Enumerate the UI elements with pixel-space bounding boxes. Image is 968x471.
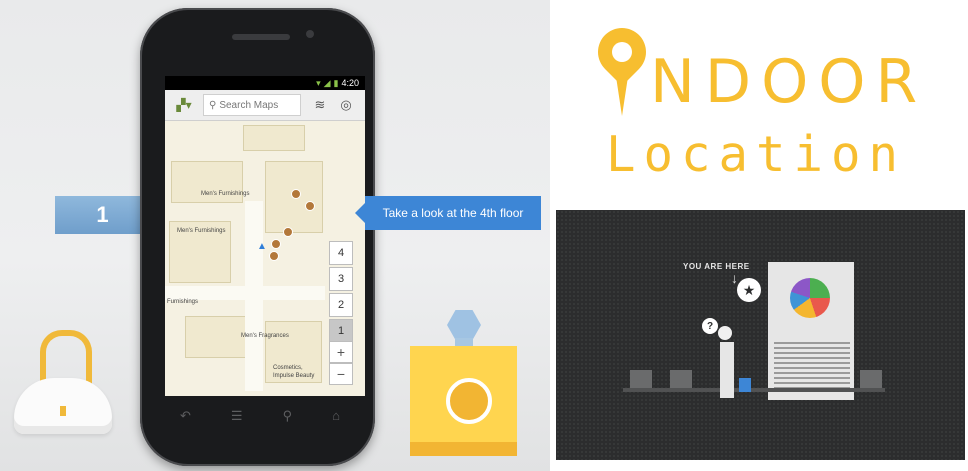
poi-marker[interactable] [269, 251, 279, 261]
maps-toolbar: ▞▾ ⚲ Search Maps ≋ ◎ [165, 90, 365, 121]
suitcase-illustration [739, 378, 751, 392]
floor-tooltip: Take a look at the 4th floor [365, 196, 541, 230]
map-label: Cosmetics, [273, 365, 303, 371]
floor-button-3[interactable]: 3 [329, 267, 353, 291]
phone-camera [306, 30, 314, 38]
map-layers-button[interactable]: ▞▾ [169, 94, 199, 116]
compass-icon: ◎ [340, 97, 352, 112]
title-line-2: Location [606, 126, 907, 183]
bench-illustration [860, 370, 882, 388]
map-label: Men's Furnishings [201, 191, 250, 197]
map-room [185, 316, 247, 358]
my-location-arrow-icon: ▲ [257, 241, 267, 252]
map-layers-icon: ▞▾ [176, 98, 192, 112]
bag-clasp [60, 406, 66, 416]
battery-icon: ▮ [333, 77, 339, 88]
poi-marker[interactable] [283, 227, 293, 237]
map-label: Furnishings [167, 299, 199, 305]
floor-line [623, 388, 885, 392]
location-pin-hole [612, 42, 632, 62]
tooltip-arrow [355, 203, 365, 223]
signal-icon: ◢ [323, 77, 331, 88]
search-icon: ⚲ [209, 99, 217, 111]
chalkboard-illustration [556, 210, 965, 460]
map-label: Men's Fragrances [241, 333, 289, 339]
phone-speaker [232, 34, 290, 40]
bench-illustration [670, 370, 692, 388]
question-bubble: ? [702, 318, 718, 334]
search-key-icon[interactable]: ⚲ [283, 408, 293, 424]
bench-illustration [630, 370, 652, 388]
person-head [718, 326, 732, 340]
map-corridor [165, 286, 325, 300]
you-are-here-star-icon: ★ [737, 278, 761, 302]
floor-sign: 1 [55, 196, 150, 234]
poi-marker[interactable] [305, 201, 315, 211]
layers-button[interactable]: ≋ [309, 94, 331, 116]
map-label: Impulse Beauty [273, 373, 315, 379]
title-line-1: NDOOR [650, 47, 928, 117]
floor-button-1[interactable]: 1 [329, 319, 353, 343]
wifi-icon: ▾ [316, 77, 321, 88]
phone-screen: ▾ ◢ ▮ 4:20 ▞▾ ⚲ Search Maps ≋ ◎ Men's Fu… [165, 76, 365, 396]
floor-button-4[interactable]: 4 [329, 241, 353, 265]
perfume-label-dot [446, 378, 492, 424]
floor-button-2[interactable]: 2 [329, 293, 353, 317]
status-bar: ▾ ◢ ▮ 4:20 [165, 76, 365, 90]
stage: 1 ▾ ◢ ▮ 4:20 ▞▾ ⚲ Search Maps ≋ ◎ Men's … [0, 0, 968, 471]
phone-nav-keys: ↶ ☰ ⚲ ⌂ [180, 408, 340, 424]
directory-map-graphic [790, 278, 830, 318]
chalk-arrow-icon: ↓ [731, 270, 738, 286]
search-placeholder: Search Maps [219, 99, 279, 111]
home-key-icon[interactable]: ☰ [231, 408, 243, 424]
search-maps-input[interactable]: ⚲ Search Maps [203, 94, 301, 116]
back-key-icon[interactable]: ↶ [180, 408, 191, 424]
map-room [243, 125, 305, 151]
poi-marker[interactable] [271, 239, 281, 249]
floor-picker: 4 3 2 1 [329, 241, 353, 345]
zoom-out-button[interactable]: − [329, 363, 353, 385]
status-time: 4:20 [341, 78, 359, 88]
directory-listing-lines [774, 342, 850, 392]
map-label: Men's Furnishings [177, 228, 226, 234]
poi-marker[interactable] [291, 189, 301, 199]
menu-key-icon[interactable]: ⌂ [332, 408, 340, 424]
zoom-controls: + − [329, 341, 353, 385]
compass-button[interactable]: ◎ [335, 94, 357, 116]
you-are-here-label: YOU ARE HERE [683, 262, 750, 271]
zoom-in-button[interactable]: + [329, 341, 353, 363]
layers-icon: ≋ [314, 97, 326, 112]
person-illustration [720, 342, 734, 398]
